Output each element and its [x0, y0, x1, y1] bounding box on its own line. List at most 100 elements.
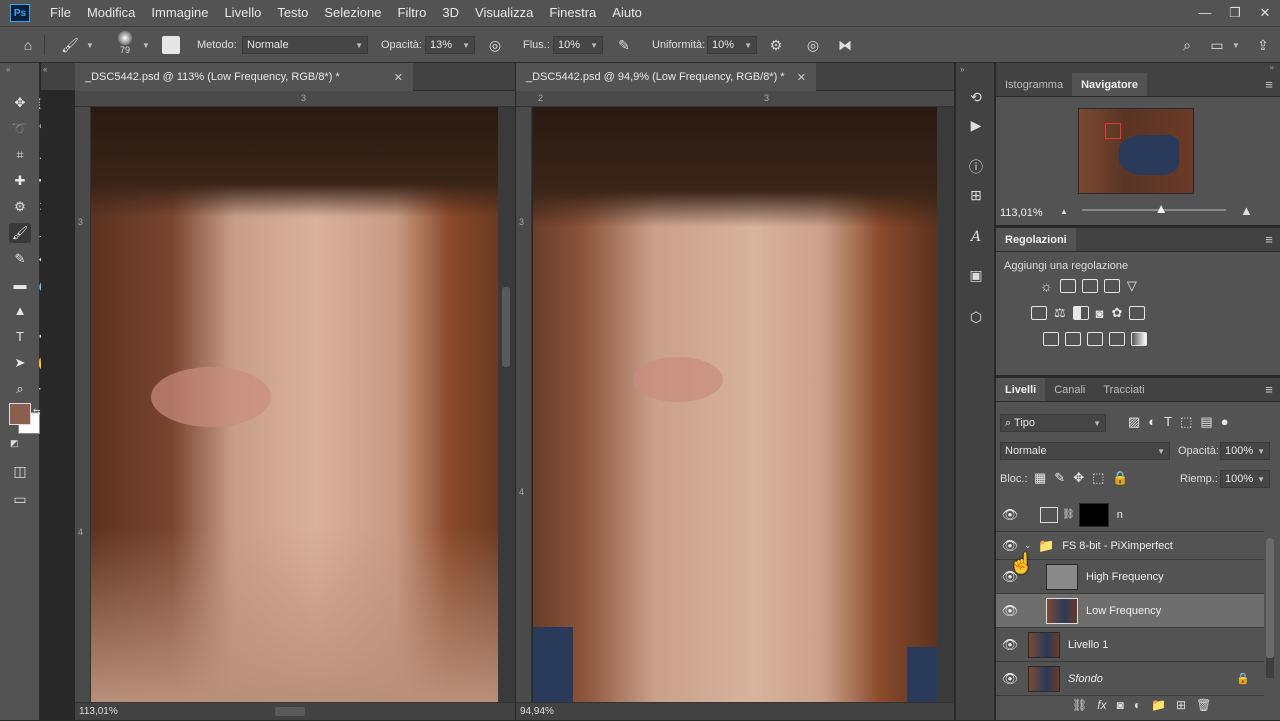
lasso-tool-icon[interactable]: ➰ — [9, 119, 31, 139]
menu-selezione[interactable]: Selezione — [316, 0, 389, 26]
new-adjustment-icon[interactable]: ◐ — [1134, 698, 1141, 712]
libraries-icon[interactable]: ▣ — [964, 265, 988, 285]
collapse-icon[interactable]: » — [996, 63, 1280, 73]
fx-icon[interactable]: fx — [1097, 698, 1106, 712]
layer-row-group[interactable]: 👁 ⌄ 📁 FS 8-bit - PiXimperfect — [996, 532, 1264, 560]
collapse-icon[interactable]: « — [43, 65, 47, 74]
brightness-icon[interactable]: ☼ — [1040, 278, 1053, 294]
visibility-eye-icon[interactable]: 👁 — [996, 507, 1024, 523]
search-icon[interactable]: ⌕ — [1176, 35, 1198, 55]
share-icon[interactable]: ⇪ — [1252, 35, 1274, 55]
lock-artboard-icon[interactable]: ⬚ — [1092, 470, 1104, 486]
black-white-icon[interactable] — [1072, 306, 1089, 320]
add-mask-icon[interactable]: ◙ — [1117, 698, 1124, 712]
chevron-down-icon[interactable]: ▼ — [1232, 41, 1240, 50]
invert-icon[interactable] — [1043, 332, 1059, 346]
opacity-field[interactable]: 100% ▼ — [1220, 442, 1270, 460]
zoom-out-icon[interactable]: ▲ — [1060, 207, 1068, 216]
menu-3d[interactable]: 3D — [434, 0, 467, 26]
chevron-down-icon[interactable]: ▼ — [142, 41, 150, 50]
menu-aiuto[interactable]: Aiuto — [604, 0, 650, 26]
close-tab-icon[interactable]: ✕ — [797, 71, 806, 84]
home-icon[interactable]: ⌂ — [16, 35, 40, 55]
pixel-filter-icon[interactable]: ▨ — [1128, 414, 1140, 430]
panel-menu-icon[interactable]: ≡ — [1258, 378, 1280, 401]
chevron-down-icon[interactable]: ▼ — [86, 41, 94, 50]
color-balance-icon[interactable]: ⚖ — [1054, 305, 1066, 321]
navigator-zoom-value[interactable]: 113,01% — [1000, 207, 1043, 219]
link-layers-icon[interactable]: ⛓ — [1072, 698, 1087, 712]
layers-scrollbar[interactable] — [1266, 538, 1274, 678]
layer-name[interactable]: Sfondo — [1068, 673, 1103, 685]
brush-tool-icon[interactable]: 🖌 — [9, 223, 31, 243]
menu-visualizza[interactable]: Visualizza — [467, 0, 541, 26]
brush-preset-icon[interactable]: 🖌 — [60, 35, 80, 55]
new-layer-icon[interactable]: ⊞ — [1176, 698, 1186, 712]
layer-name[interactable]: High Frequency — [1086, 571, 1164, 583]
layer-row-sfondo[interactable]: 👁 Sfondo 🔒 — [996, 662, 1264, 696]
lock-image-icon[interactable]: ✎ — [1054, 470, 1065, 486]
minimize-icon[interactable]: — — [1190, 0, 1220, 26]
gradient-tool-icon[interactable]: ▬ — [9, 275, 31, 295]
tab-tracciati[interactable]: Tracciati — [1094, 378, 1153, 401]
crop-tool-icon[interactable]: ⌗ — [9, 145, 31, 165]
spot-healing-tool-icon[interactable]: ✚ — [9, 171, 31, 191]
fill-field[interactable]: 100% ▼ — [1220, 470, 1270, 488]
type-tool-icon[interactable]: T — [9, 327, 31, 347]
lock-all-icon[interactable]: 🔒 — [1112, 470, 1128, 486]
history-icon[interactable]: ⟲ — [964, 87, 988, 107]
exposure-icon[interactable] — [1103, 279, 1120, 293]
menu-filtro[interactable]: Filtro — [390, 0, 435, 26]
move-tool-icon[interactable]: ✥ — [9, 93, 31, 113]
flusso-field[interactable]: 10% ▼ — [553, 36, 603, 54]
default-colors-icon[interactable]: ◩ — [10, 438, 19, 449]
patch-tool-icon[interactable]: ⚙ — [9, 197, 31, 217]
document-tab-1[interactable]: _DSC5442.psd @ 113% (Low Frequency, RGB/… — [75, 63, 413, 91]
tab-canali[interactable]: Canali — [1045, 378, 1094, 401]
opacita-field[interactable]: 13% ▼ — [425, 36, 475, 54]
workspace-icon[interactable]: ▭ — [1206, 35, 1228, 55]
threshold-icon[interactable] — [1087, 332, 1103, 346]
blend-mode-select[interactable]: Normale ▼ — [1000, 442, 1170, 460]
layer-row-livello-1[interactable]: 👁 Livello 1 — [996, 628, 1264, 662]
brush-panel-icon[interactable] — [162, 36, 180, 54]
vertical-scrollbar[interactable] — [498, 107, 515, 702]
zoom-in-icon[interactable]: ▲ — [1240, 203, 1253, 218]
collapse-icon[interactable]: » — [956, 63, 994, 74]
menu-modifica[interactable]: Modifica — [79, 0, 143, 26]
airbrush-icon[interactable]: ✎ — [612, 35, 636, 55]
horizontal-scroll-thumb[interactable] — [275, 707, 305, 716]
collapse-icon[interactable]: « — [0, 63, 39, 74]
actions-play-icon[interactable]: ▶ — [964, 115, 988, 135]
tab-livelli[interactable]: Livelli — [996, 378, 1046, 401]
close-window-icon[interactable]: ✕ — [1250, 0, 1280, 26]
layer-mask-thumbnail[interactable] — [1078, 502, 1109, 527]
character-icon[interactable]: A — [964, 227, 988, 247]
chevron-down-icon[interactable]: ⌄ — [1024, 540, 1038, 551]
gear-icon[interactable]: ⚙ — [765, 35, 787, 55]
gradient-map-icon[interactable] — [1131, 332, 1147, 346]
tab-istogramma[interactable]: Istogramma — [996, 73, 1072, 96]
quick-mask-icon[interactable]: ◫ — [10, 461, 30, 481]
smart-object-filter-icon[interactable]: ▤ — [1200, 414, 1212, 430]
curves-icon[interactable] — [1081, 279, 1098, 293]
visibility-eye-icon[interactable]: 👁 — [996, 637, 1024, 653]
selective-color-icon[interactable] — [1109, 332, 1125, 346]
vibrance-icon[interactable]: ▽ — [1127, 278, 1137, 294]
menu-immagine[interactable]: Immagine — [143, 0, 216, 26]
layer-name[interactable]: Livello 1 — [1068, 639, 1108, 651]
view-box[interactable] — [1105, 123, 1121, 139]
vertical-scrollbar[interactable] — [937, 107, 954, 702]
filter-toggle-icon[interactable]: ● — [1221, 414, 1229, 430]
info-icon[interactable]: ⓘ — [964, 157, 988, 177]
hue-saturation-icon[interactable] — [1031, 306, 1047, 320]
document-tab-2[interactable]: _DSC5442.psd @ 94,9% (Low Frequency, RGB… — [516, 63, 816, 91]
visibility-eye-icon[interactable]: 👁 — [996, 603, 1024, 619]
type-filter-icon[interactable]: T — [1164, 414, 1172, 430]
zoom-tool-icon[interactable]: ⌕ — [9, 379, 31, 399]
link-icon[interactable]: ⛓ — [1062, 509, 1075, 520]
restore-icon[interactable]: ❐ — [1220, 0, 1250, 26]
zoom-slider[interactable] — [1082, 205, 1226, 213]
menu-livello[interactable]: Livello — [216, 0, 269, 26]
layer-filter-select[interactable]: ⌕ Tipo ▼ — [1000, 414, 1106, 432]
